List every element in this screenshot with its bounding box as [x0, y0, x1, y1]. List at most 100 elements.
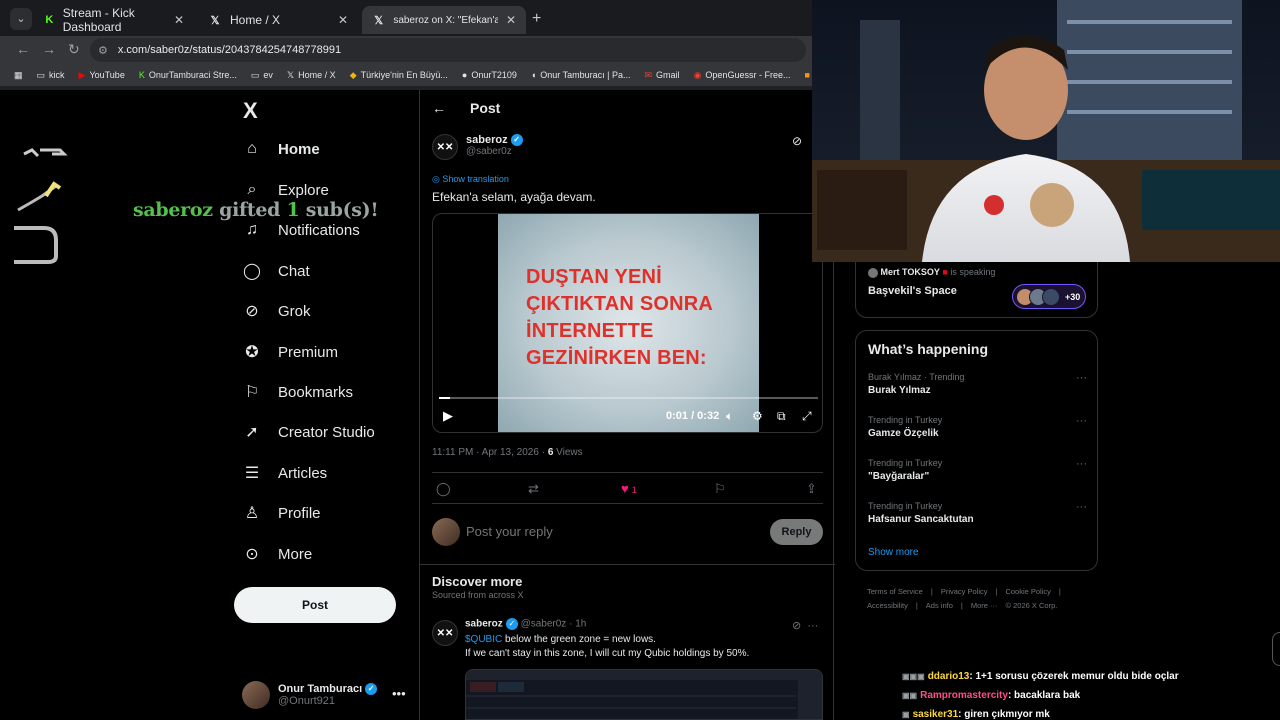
like-button[interactable]: ♥ 1 — [621, 481, 637, 496]
rocket-icon: ➚ — [245, 424, 259, 441]
bookmark-icon[interactable]: ⚐ — [714, 481, 726, 497]
listener-count: +30 — [1065, 291, 1081, 302]
nav-creator-studio[interactable]: ➚ Creator Studio — [242, 422, 374, 442]
discover-author-name[interactable]: saberoz — [465, 619, 503, 630]
space-listeners[interactable]: +30 — [1012, 284, 1086, 309]
show-translation-link[interactable]: ◎ Show translation — [432, 174, 509, 185]
discover-tweet-image[interactable] — [465, 669, 823, 720]
trend-item[interactable]: Trending in Turkey Hafsanur Sancaktutan … — [868, 501, 1093, 525]
footer-link[interactable]: More ··· — [971, 601, 998, 610]
post-author[interactable]: ✕✕ saberoz ✓ @saber0z — [432, 134, 523, 160]
address-bar[interactable]: ⚙ x.com/saber0z/status/20437842547487789… — [90, 38, 806, 62]
bookmark-gmail[interactable]: ✉ Gmail — [645, 70, 680, 81]
footer-link[interactable]: Terms of Service — [867, 587, 923, 596]
close-icon[interactable]: ✕ — [506, 13, 516, 27]
reply-input[interactable] — [466, 524, 746, 539]
chat-scroll-handle[interactable] — [1272, 632, 1280, 666]
footer-link[interactable]: Ads info — [926, 601, 953, 610]
site-info-icon[interactable]: ⚙ — [98, 44, 108, 57]
nav-more[interactable]: ⊙ More — [242, 544, 312, 564]
live-space-card[interactable]: Mert TOKSOY ■ is speaking Başvekil's Spa… — [855, 262, 1098, 318]
more-icon[interactable]: ··· — [1076, 501, 1087, 513]
bookmark-openguessr[interactable]: ◉ OpenGuessr - Free... — [694, 70, 791, 81]
close-icon[interactable]: ✕ — [174, 13, 184, 27]
tab-home-x[interactable]: 𝕏 Home / X ✕ — [198, 6, 358, 34]
tab-search-button[interactable]: ⌄ — [10, 8, 32, 30]
tab-saberoz-post[interactable]: 𝕏 saberoz on X: "Efekan'a selam, ✕ — [362, 6, 526, 34]
verified-icon: ✓ — [505, 618, 518, 630]
account-handle: @Onurt921 — [278, 695, 336, 708]
account-switcher[interactable]: Onur Tamburacı ✓ @Onurt921 — [242, 681, 378, 709]
nav-grok[interactable]: ⊘ Grok — [242, 301, 310, 321]
reload-icon[interactable]: ↻ — [68, 41, 80, 58]
more-icon[interactable]: ··· — [1076, 458, 1087, 470]
space-host-name: Mert TOKSOY — [880, 267, 940, 277]
author-name: saberoz — [466, 134, 508, 146]
play-icon[interactable]: ▶ — [443, 408, 453, 424]
close-icon[interactable]: ✕ — [338, 13, 348, 27]
bookmark-youtube[interactable]: ▶ YouTube — [79, 70, 125, 81]
verified-icon: ✓ — [510, 134, 523, 147]
trend-item[interactable]: Trending in Turkey Gamze Özçelik ··· — [868, 415, 1093, 439]
fullscreen-icon[interactable]: ⤢ — [802, 409, 812, 424]
post-button[interactable]: Post — [234, 587, 396, 623]
kick-icon: K — [138, 70, 145, 80]
github-icon: ● — [461, 70, 468, 80]
more-icon[interactable]: ··· — [807, 620, 818, 632]
pip-icon[interactable]: ⧉ — [777, 409, 786, 424]
video-controls: ▶ 0:01 / 0:32 🔈︎ ⚙ ⧉ ⤢ — [433, 406, 822, 432]
share-icon[interactable]: ⇪ — [806, 481, 817, 497]
more-icon[interactable]: ··· — [1076, 372, 1087, 384]
nav-chat[interactable]: ◯ Chat — [242, 261, 310, 281]
account-more-icon[interactable]: ••• — [392, 686, 406, 701]
volume-icon[interactable]: 🔈︎ — [726, 409, 733, 424]
repost-icon[interactable]: ⇄ — [528, 481, 539, 497]
bookmark-onurtamburaci-stream[interactable]: K OnurTamburaci Stre... — [139, 70, 237, 80]
new-tab-button[interactable]: + — [532, 10, 541, 28]
bookmark-kick[interactable]: ▭ kick — [37, 70, 65, 81]
nav-premium[interactable]: ✪ Premium — [242, 342, 338, 362]
nav-home[interactable]: ⌂ Home — [242, 140, 320, 158]
video-player[interactable]: DUŞTAN YENİ ÇIKTIKTAN SONRA İNTERNETTE G… — [432, 213, 823, 433]
show-more-link[interactable]: Show more — [868, 547, 919, 558]
bookmark-onurt2109[interactable]: ● OnurT2109 — [462, 70, 517, 80]
discover-author-avatar[interactable]: ✕✕ — [432, 620, 458, 646]
tab-kick-dashboard[interactable]: K Stream - Kick Dashboard ✕ — [34, 6, 194, 34]
bookmark-ev[interactable]: ▭ ev — [251, 70, 273, 81]
account-name: Onur Tamburacı — [278, 682, 363, 695]
bookmark-turkiye[interactable]: ◆ Türkiye'nin En Büyü... — [350, 70, 448, 81]
reply-button[interactable]: Reply — [770, 519, 823, 545]
x-logo[interactable]: X — [243, 98, 258, 124]
kick-icon: K — [45, 14, 54, 26]
trend-item[interactable]: Burak Yılmaz · Trending Burak Yılmaz ··· — [868, 372, 1093, 396]
settings-icon[interactable]: ⚙ — [752, 409, 763, 423]
grok-icon[interactable]: ⊘ — [792, 620, 801, 632]
trend-item[interactable]: Trending in Turkey "Bayğaralar" ··· — [868, 458, 1093, 482]
footer-link[interactable]: Accessibility — [867, 601, 908, 610]
forward-icon[interactable]: → — [42, 41, 56, 57]
footer-link[interactable]: Privacy Policy — [941, 587, 988, 596]
cashtag-link[interactable]: $QUBIC — [465, 634, 502, 645]
bookmark-m[interactable]: ■M — [804, 70, 812, 80]
apps-icon[interactable]: ▦ — [14, 70, 23, 81]
nav-explore[interactable]: ⌕ Explore — [242, 181, 329, 199]
grok-icon[interactable]: ⊘ — [792, 134, 802, 148]
back-arrow-icon[interactable]: ← — [432, 100, 446, 116]
bookmark-home-x[interactable]: 𝕏 Home / X — [287, 70, 336, 81]
bookmark-onur-patreon[interactable]: ◖ Onur Tamburacı | Pa... — [531, 70, 631, 80]
reply-icon[interactable]: ◯ — [436, 481, 451, 497]
post-timestamp[interactable]: 11:11 PM · Apr 13, 2026 · — [432, 447, 548, 458]
more-icon[interactable]: ··· — [1076, 415, 1087, 427]
author-avatar[interactable]: ✕✕ — [432, 134, 458, 160]
nav-profile[interactable]: ♙ Profile — [242, 503, 321, 523]
nav-notifications[interactable]: ♫ Notifications — [242, 221, 360, 239]
chat-username: Rampromastercity — [920, 690, 1008, 701]
post-text: Efekan'a selam, ayağa devam. — [432, 190, 596, 204]
bell-icon: ♫ — [246, 221, 258, 238]
footer-link[interactable]: Cookie Policy — [1005, 587, 1050, 596]
tab-label: Home / X — [230, 13, 281, 27]
video-progress-bar[interactable] — [439, 397, 818, 399]
back-icon[interactable]: ← — [16, 41, 30, 57]
nav-bookmarks[interactable]: ⚐ Bookmarks — [242, 382, 353, 402]
nav-articles[interactable]: ☰ Articles — [242, 463, 327, 483]
